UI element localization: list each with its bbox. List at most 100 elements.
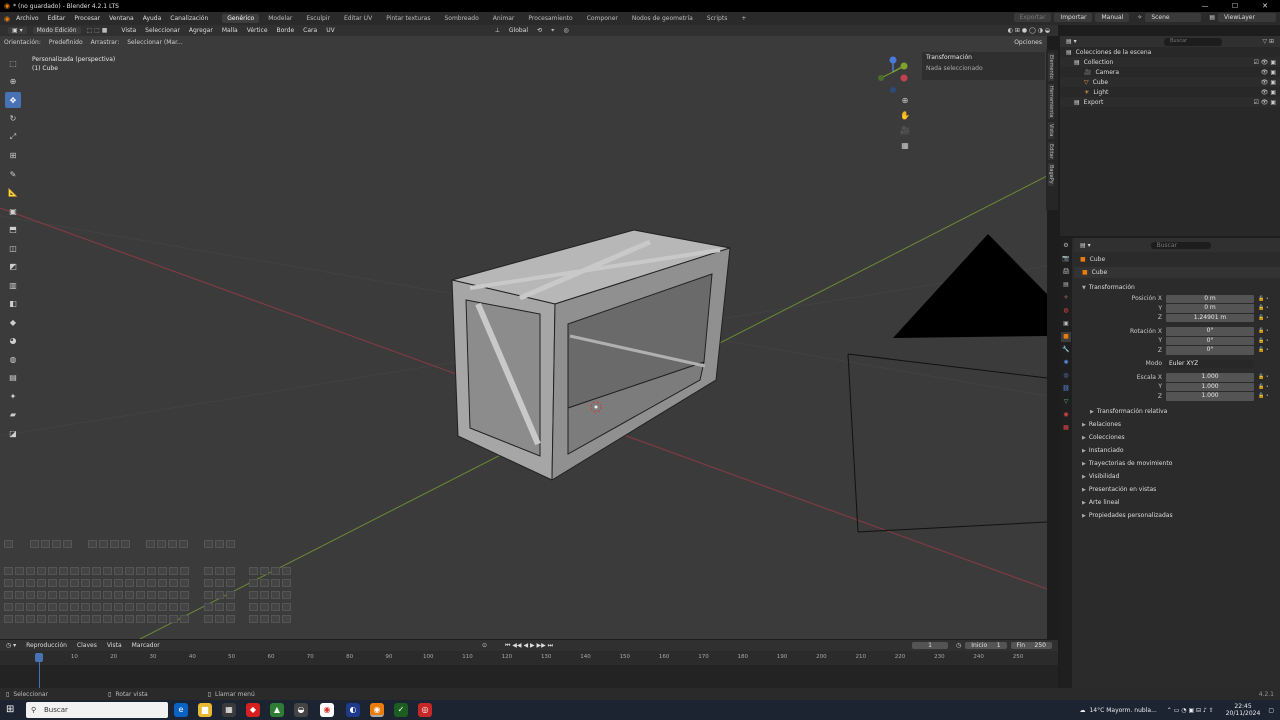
current-frame-field[interactable]: 1 xyxy=(912,642,948,649)
pan-hand-icon[interactable]: ✋ xyxy=(898,111,912,125)
visibility-icons[interactable]: ☑ 👁 ▣ xyxy=(1254,59,1276,66)
move-tool-icon[interactable]: ✥ xyxy=(5,92,21,108)
edge-slide-tool-icon[interactable]: ▤ xyxy=(5,370,21,386)
cursor-tool-icon[interactable]: ⊕ xyxy=(5,74,21,90)
scene-selector[interactable]: Scene xyxy=(1145,13,1202,22)
npanel-tab-elemento[interactable]: Elemento xyxy=(1048,53,1054,81)
shading-buttons[interactable]: ◐ ⊞ ● ◯ ◑ ◒ xyxy=(1008,27,1050,34)
taskbar-search-input[interactable]: ⚲ Buscar xyxy=(26,702,168,718)
texture-tab-icon[interactable]: ▦ xyxy=(1061,423,1071,433)
menu-ayuda[interactable]: Ayuda xyxy=(143,15,162,22)
render-tab-icon[interactable]: 📷 xyxy=(1061,254,1071,264)
app-red-icon[interactable]: ◆ xyxy=(246,703,260,717)
close-icon[interactable]: ✕ xyxy=(1250,0,1280,12)
menu-vista[interactable]: Vista xyxy=(121,27,136,34)
navigation-gizmo[interactable] xyxy=(878,56,908,94)
section-viewport-display[interactable]: ▶ Presentación en vistas xyxy=(1074,483,1280,496)
extrude-tool-icon[interactable]: ⬒ xyxy=(5,222,21,238)
section-relations[interactable]: ▶ Relaciones xyxy=(1074,418,1280,431)
manual-button[interactable]: Manual xyxy=(1095,13,1130,22)
file-explorer-icon[interactable]: ▆ xyxy=(198,703,212,717)
collection-tab-icon[interactable]: ▣ xyxy=(1061,319,1071,329)
modifier-tab-icon[interactable]: 🔧 xyxy=(1061,345,1071,355)
material-tab-icon[interactable]: ◉ xyxy=(1061,410,1071,420)
smooth-tool-icon[interactable]: ◍ xyxy=(5,351,21,367)
importar-button[interactable]: Importar xyxy=(1054,13,1093,22)
scale-z-field[interactable]: 1.000 xyxy=(1166,392,1254,401)
maximize-icon[interactable]: ☐ xyxy=(1220,0,1250,12)
drag-selector[interactable]: Seleccionar (Mar... xyxy=(127,39,182,46)
menu-malla[interactable]: Malla xyxy=(222,27,238,34)
object-name-field[interactable]: ■ Cube xyxy=(1074,267,1280,278)
rotation-y-field[interactable]: 0° xyxy=(1166,336,1254,345)
spin-tool-icon[interactable]: ◕ xyxy=(5,333,21,349)
orientation-default-selector[interactable]: Predefinido xyxy=(49,39,83,46)
visibility-icons[interactable]: 👁 ▣ xyxy=(1261,89,1276,96)
data-tab-icon[interactable]: ▽ xyxy=(1061,397,1071,407)
section-line-art[interactable]: ▶ Arte lineal xyxy=(1074,496,1280,509)
app-blue-icon[interactable]: ◐ xyxy=(346,703,360,717)
app-grey-icon[interactable]: ◒ xyxy=(294,703,308,717)
properties-editor-icon[interactable]: ▤ ▾ xyxy=(1080,242,1091,249)
menu-reproduccion[interactable]: Reproducción xyxy=(26,642,67,649)
visibility-icons[interactable]: ☑ 👁 ▣ xyxy=(1254,99,1276,106)
snap-icon[interactable]: ⌖ xyxy=(551,27,554,35)
lock-icon[interactable]: 🔓 • xyxy=(1258,374,1269,380)
menu-editar[interactable]: Editar xyxy=(48,15,66,22)
taskbar-clock[interactable]: 22:45 20/11/2024 xyxy=(1226,703,1261,717)
menu-ventana[interactable]: Ventana xyxy=(109,15,134,22)
location-x-field[interactable]: 0 m xyxy=(1166,294,1254,303)
lock-icon[interactable]: 🔓 • xyxy=(1258,393,1269,399)
outliner-search-input[interactable]: Buscar xyxy=(1164,38,1222,46)
npanel-tab-vista[interactable]: Vista xyxy=(1048,122,1054,139)
chrome-icon[interactable]: ◉ xyxy=(320,703,334,717)
lock-icon[interactable]: 🔓 • xyxy=(1258,315,1269,321)
output-tab-icon[interactable]: 🖨 xyxy=(1061,267,1071,277)
knife-tool-icon[interactable]: ◧ xyxy=(5,296,21,312)
npanel-tab-herramienta[interactable]: Herramienta xyxy=(1048,83,1054,120)
outliner-row-collection[interactable]: ▤ Collection ☑ 👁 ▣ xyxy=(1060,57,1280,67)
rip-region-tool-icon[interactable]: ◪ xyxy=(5,425,21,441)
menu-archivo[interactable]: Archivo xyxy=(16,15,38,22)
menu-vertice[interactable]: Vértice xyxy=(247,27,268,34)
outliner-row-scene-collection[interactable]: ▤ Colecciones de la escena xyxy=(1060,47,1280,57)
lock-icon[interactable]: 🔓 • xyxy=(1258,328,1269,334)
camera-view-icon[interactable]: 🎥 xyxy=(898,126,912,140)
weather-text[interactable]: 14°C Mayorm. nubla... xyxy=(1089,707,1156,714)
poly-build-tool-icon[interactable]: ◆ xyxy=(5,314,21,330)
outliner-row-export[interactable]: ▤ Export ☑ 👁 ▣ xyxy=(1060,97,1280,107)
outliner-row-cube[interactable]: ▽ Cube 👁 ▣ xyxy=(1060,77,1280,87)
workspace-tab-editar-uv[interactable]: Editar UV xyxy=(339,14,377,23)
lock-icon[interactable]: 🔓 • xyxy=(1258,305,1269,311)
scale-y-field[interactable]: 1.000 xyxy=(1166,382,1254,391)
ortho-grid-icon[interactable]: ▦ xyxy=(898,141,912,155)
filter-icon[interactable]: ▽ ⊞ xyxy=(1262,38,1274,45)
timeline-ruler[interactable]: 10 20 30 40 50 60 70 80 90 100 110 120 130 140 150 160 1… xyxy=(0,651,1058,665)
timeline-playhead[interactable] xyxy=(35,653,43,662)
menu-canalizacion[interactable]: Canalización xyxy=(170,15,208,22)
scene-tab-icon[interactable]: ✧ xyxy=(1061,293,1071,303)
orientation-selector[interactable]: Global xyxy=(509,27,528,34)
menu-seleccionar[interactable]: Seleccionar xyxy=(145,27,180,34)
workspace-tab-nodos-geometria[interactable]: Nodos de geometría xyxy=(627,14,698,23)
inset-tool-icon[interactable]: ◫ xyxy=(5,240,21,256)
lock-icon[interactable]: 🔓 • xyxy=(1258,338,1269,344)
outliner-row-camera[interactable]: 🎥 Camera 👁 ▣ xyxy=(1060,67,1280,77)
workspace-tab-componer[interactable]: Componer xyxy=(582,14,623,23)
scale-tool-icon[interactable]: ⤢ xyxy=(5,129,21,145)
clock-icon[interactable]: ◷ xyxy=(956,642,961,649)
app-red2-icon[interactable]: ◎ xyxy=(418,703,432,717)
timeline-body[interactable] xyxy=(0,665,1058,688)
shrink-fatten-tool-icon[interactable]: ✦ xyxy=(5,388,21,404)
autokey-icon[interactable]: ⊙ xyxy=(482,642,487,649)
section-delta-transform[interactable]: ▶ Transformación relativa xyxy=(1074,405,1280,418)
add-cube-tool-icon[interactable]: ▣ xyxy=(5,203,21,219)
workspace-tab-generico[interactable]: Genérico xyxy=(222,14,260,23)
exportar-button[interactable]: Exportar xyxy=(1013,13,1052,22)
section-custom-properties[interactable]: ▶ Propiedades personalizadas xyxy=(1074,509,1280,522)
section-visibility[interactable]: ▶ Visibilidad xyxy=(1074,470,1280,483)
weather-icon[interactable]: ☁ xyxy=(1079,707,1085,714)
menu-uv[interactable]: UV xyxy=(326,27,335,34)
add-workspace-button[interactable]: + xyxy=(736,14,751,23)
menu-procesar[interactable]: Procesar xyxy=(74,15,100,22)
